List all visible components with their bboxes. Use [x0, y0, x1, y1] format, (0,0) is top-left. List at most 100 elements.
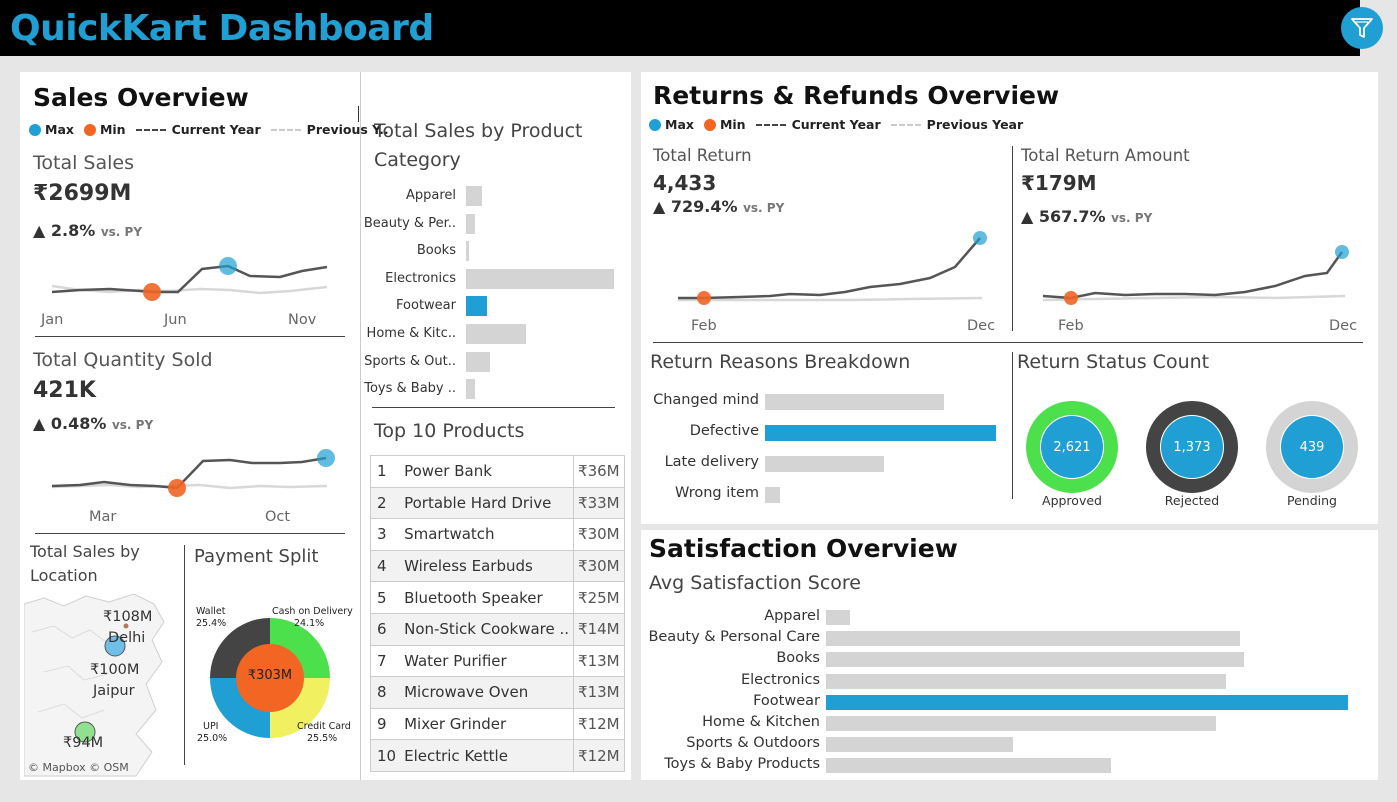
divider — [184, 545, 185, 765]
reason-row[interactable]: Wrong item — [675, 485, 1005, 503]
table-row[interactable]: 2 Portable Hard Drive ₹33M — [370, 486, 625, 520]
satisfaction-row[interactable]: Sports & Outdoors — [686, 735, 1356, 753]
sales-divider — [360, 72, 361, 780]
table-row[interactable]: 1 Power Bank ₹36M — [370, 455, 625, 488]
reason-bar[interactable] — [765, 425, 996, 441]
vs-text: vs. PY — [1111, 211, 1153, 225]
legend-min: Min — [99, 122, 126, 137]
reason-label: Defective — [689, 423, 759, 439]
total-amount-sparkline — [1042, 245, 1349, 305]
pie-label-credit: Credit Card 25.5% — [297, 721, 351, 745]
satisfaction-row[interactable]: Home & Kitchen — [702, 714, 1356, 731]
satisfaction-label: Electronics — [740, 671, 820, 688]
category-bar[interactable] — [466, 379, 475, 400]
category-row[interactable]: Books — [370, 241, 620, 263]
sales-legend: Max Min Current Year Previous Y.. — [29, 122, 389, 137]
satisfaction-bar[interactable] — [826, 673, 1226, 689]
category-bar[interactable] — [466, 324, 526, 344]
product-value: ₹25M — [573, 581, 625, 614]
current-year-line — [1042, 251, 1344, 300]
total-return-label: Total Return — [653, 146, 752, 165]
table-row[interactable]: 10 Electric Kettle ₹12M — [370, 739, 625, 772]
pie-label-wallet: Wallet 25.4% — [196, 606, 226, 630]
table-row[interactable]: 4 Wireless Earbuds ₹30M — [370, 549, 625, 583]
satisfaction-row[interactable]: Electronics — [741, 672, 1356, 689]
min-point — [1064, 291, 1078, 305]
reason-bar[interactable] — [765, 394, 944, 410]
map-city-jaipur: Jaipur — [93, 683, 135, 699]
category-label: Beauty & Per.. — [363, 215, 456, 231]
product-rank: 5 — [370, 581, 401, 614]
satisfaction-label: Sports & Outdoors — [686, 735, 820, 752]
payment-center-value: ₹303M — [247, 668, 293, 683]
category-row[interactable]: Toys & Baby .. — [364, 379, 620, 401]
category-row[interactable]: Beauty & Per.. — [364, 213, 620, 236]
category-label: Footwear — [396, 298, 456, 314]
product-rank: 6 — [370, 612, 401, 646]
satisfaction-bar[interactable] — [826, 652, 1244, 668]
total-amount-label: Total Return Amount — [1021, 146, 1190, 165]
total-qty-label: Total Quantity Sold — [33, 349, 213, 371]
vs-text: vs. PY — [743, 201, 785, 215]
satisfaction-subtitle: Avg Satisfaction Score — [649, 572, 861, 594]
max-point — [317, 449, 335, 467]
tick-feb: Feb — [691, 318, 717, 334]
product-value: ₹13M — [573, 644, 625, 678]
filter-button[interactable] — [1341, 7, 1383, 49]
reason-bar[interactable] — [765, 487, 780, 503]
slice-pct: 25.5% — [307, 733, 338, 744]
product-name: Power Bank — [400, 455, 575, 488]
category-bar[interactable] — [466, 268, 614, 289]
approved-label: Approved — [1042, 493, 1102, 508]
reason-row[interactable]: Changed mind — [653, 392, 1005, 410]
satisfaction-row[interactable]: Apparel — [764, 608, 1356, 625]
satisfaction-bar[interactable] — [826, 631, 1240, 647]
total-sales-sparkline — [51, 257, 328, 301]
satisfaction-bar[interactable] — [826, 610, 850, 625]
product-rank: 8 — [370, 676, 401, 709]
tick-oct: Oct — [265, 509, 291, 525]
category-row[interactable]: Sports & Out.. — [364, 351, 620, 374]
map-credit: © Mapbox © OSM — [28, 761, 129, 774]
product-value: ₹33M — [573, 486, 625, 520]
reason-bar[interactable] — [765, 456, 884, 472]
category-bar[interactable] — [466, 213, 475, 234]
satisfaction-row[interactable]: Footwear — [753, 693, 1356, 710]
category-bar[interactable] — [466, 351, 490, 372]
category-bar[interactable] — [466, 296, 487, 317]
table-row[interactable]: 3 Smartwatch ₹30M — [370, 518, 625, 551]
table-row[interactable]: 8 Microwave Oven ₹13M — [370, 676, 625, 709]
category-bar[interactable] — [466, 186, 482, 206]
category-row[interactable]: Footwear — [370, 296, 620, 318]
product-name: Microwave Oven — [400, 676, 575, 709]
previous-year-line — [1042, 294, 1346, 302]
satisfaction-bar[interactable] — [826, 716, 1216, 731]
category-row[interactable]: Electronics — [370, 268, 620, 291]
divider — [653, 342, 1363, 343]
table-row[interactable]: 6 Non-Stick Cookware .. ₹14M — [370, 612, 625, 646]
category-bar-chart: Apparel Beauty & Per.. Books Electronics Foo… — [364, 186, 620, 406]
satisfaction-bar[interactable] — [826, 737, 1013, 753]
product-rank: 7 — [370, 644, 401, 678]
category-row[interactable]: Home & Kitc.. — [367, 324, 620, 346]
table-row[interactable]: 5 Bluetooth Speaker ₹25M — [370, 581, 625, 614]
category-bar[interactable] — [466, 241, 469, 262]
satisfaction-bar[interactable] — [826, 694, 1348, 710]
slice-name: UPI — [203, 721, 219, 732]
satisfaction-bar[interactable] — [826, 758, 1111, 774]
tick-dec: Dec — [1329, 318, 1358, 334]
category-row[interactable]: Apparel — [370, 186, 620, 208]
previous-year-dash-icon — [890, 123, 921, 126]
reason-row[interactable]: Late delivery — [665, 454, 1005, 472]
approved-count: 2,621 — [1053, 440, 1091, 455]
product-value: ₹12M — [573, 739, 625, 772]
product-name: Electric Kettle — [400, 739, 575, 772]
satisfaction-row[interactable]: Books — [776, 650, 1356, 668]
satisfaction-bar-chart: Apparel Beauty & Personal Care Books Electr… — [648, 608, 1356, 780]
table-row[interactable]: 9 Mixer Grinder ₹12M — [370, 707, 625, 741]
reason-row[interactable]: Defective — [690, 423, 1005, 441]
product-name: Water Purifier — [400, 644, 575, 678]
table-row[interactable]: 7 Water Purifier ₹13M — [370, 644, 625, 678]
satisfaction-row[interactable]: Toys & Baby Products — [664, 756, 1356, 774]
satisfaction-row[interactable]: Beauty & Personal Care — [648, 629, 1356, 647]
